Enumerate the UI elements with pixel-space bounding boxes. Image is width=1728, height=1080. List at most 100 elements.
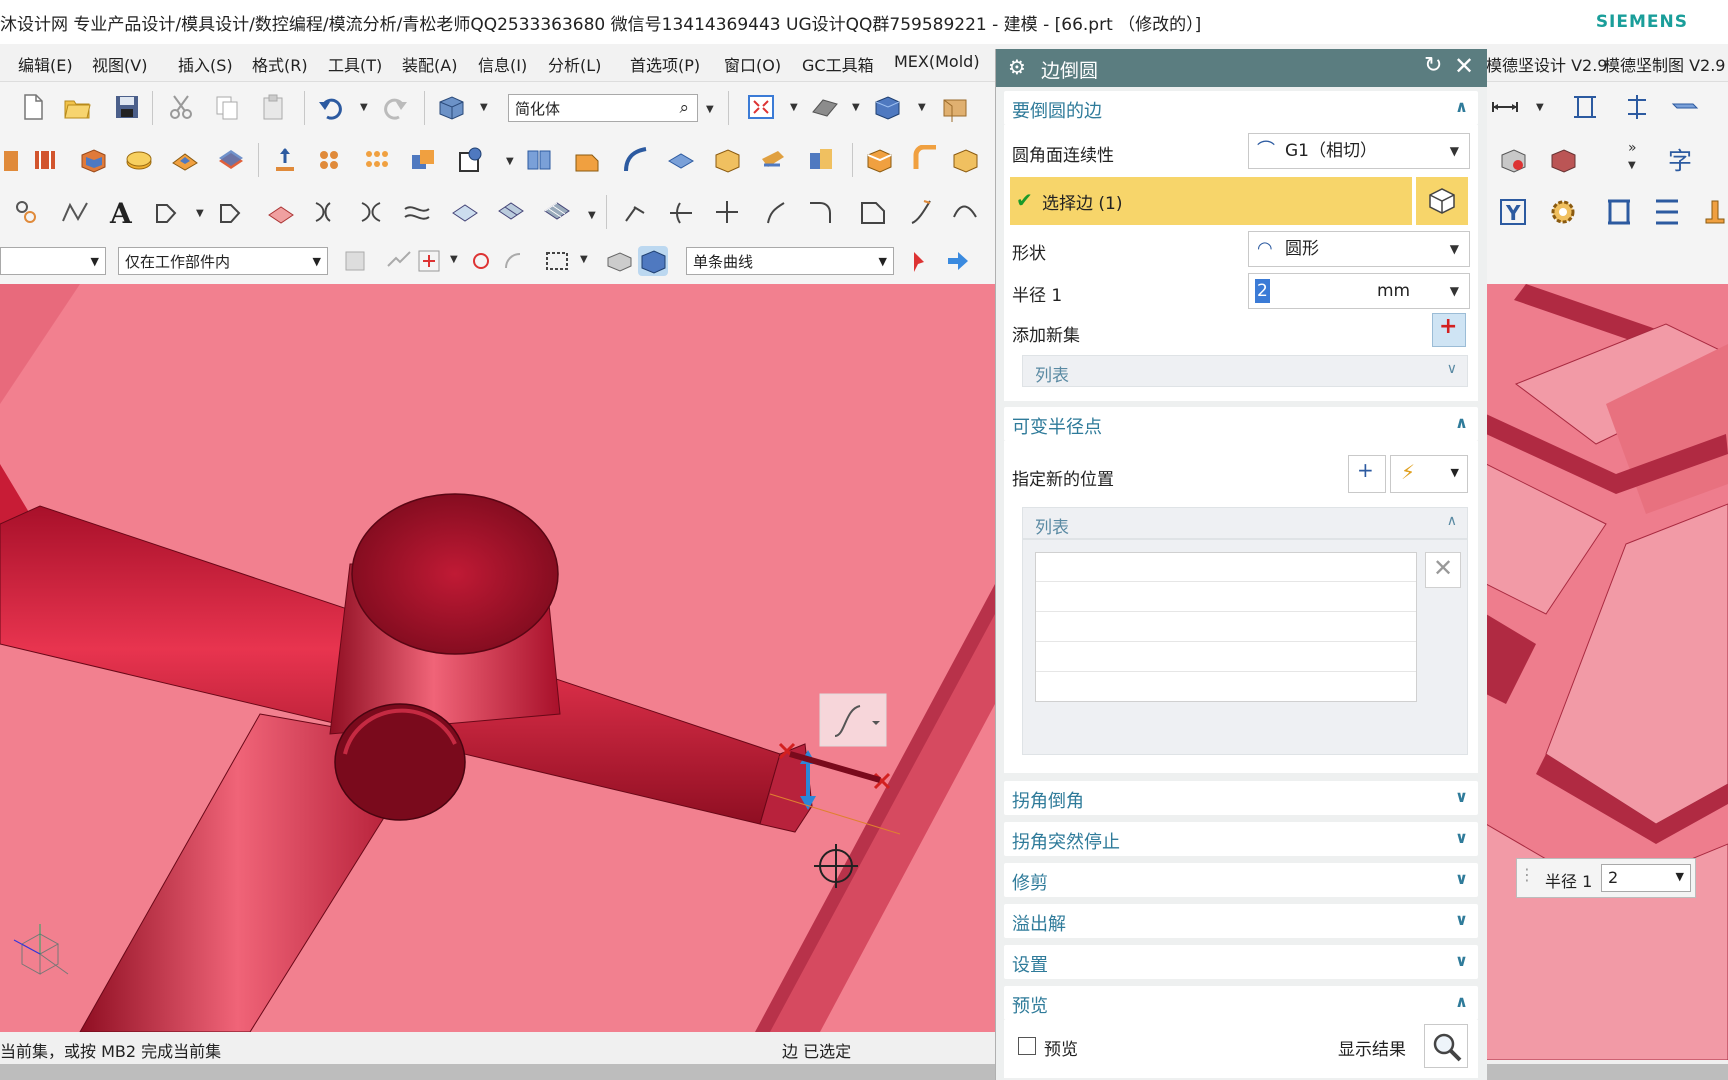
reset-icon[interactable]: ↻ [1424,53,1442,78]
pad-icon[interactable] [124,145,154,175]
curve-rule-dropdown[interactable]: 单条曲线 ▼ [686,247,894,275]
project-curve-icon[interactable] [310,197,340,227]
selection-scope-dropdown[interactable]: 仅在工作部件内 ▼ [118,247,328,275]
group-settings-header[interactable]: 设置 ∨ [1004,945,1478,979]
menu-edit[interactable]: 编辑(E) [18,52,73,76]
forward-arrow-icon[interactable] [942,246,972,276]
group-variable-header[interactable]: 可变半径点 ∧ [1004,407,1478,441]
drag-handle-icon[interactable]: ⋮ [1519,865,1535,884]
close-icon[interactable]: ✕ [1454,52,1474,80]
model-view[interactable] [0,284,995,1032]
text-a-icon[interactable]: A [106,197,136,230]
menu-mex-mold[interactable]: MEX(Mold) [894,52,980,71]
chamfer-block-icon[interactable] [572,145,602,175]
mold-ejector-icon[interactable] [1700,197,1728,227]
command-search-input[interactable]: 简化体 ⌕ [508,94,698,122]
paste-icon[interactable] [258,92,288,122]
block-icon[interactable] [78,145,108,175]
variable-list-header[interactable]: 列表 ∧ [1022,507,1468,539]
group-trim-header[interactable]: 修剪 ∨ [1004,863,1478,897]
mold-gear-icon[interactable] [1548,197,1578,227]
polyline-icon[interactable] [60,197,90,227]
open-folder-icon[interactable] [62,92,92,122]
emboss-icon[interactable] [170,145,200,175]
face-filter-icon[interactable] [638,246,668,276]
book-icon[interactable] [524,145,554,175]
menu-window[interactable]: 窗口(O) [724,52,781,76]
menu-format[interactable]: 格式(R) [252,52,308,76]
extend-curve-icon[interactable] [760,197,790,227]
spline-icon[interactable] [12,197,42,227]
curve-length-icon[interactable] [806,197,836,227]
menu-info[interactable]: 信息(I) [478,52,527,76]
measure-distance-icon[interactable] [1490,92,1520,122]
remove-point-button[interactable]: ✕ [1425,552,1461,588]
graphics-window-right[interactable] [1486,284,1728,1060]
menu-gc-toolkit[interactable]: GC工具箱 [802,52,874,76]
menu-tools[interactable]: 工具(T) [328,52,382,76]
chevron-down-icon[interactable]: ∨ [1447,361,1457,377]
shape-dropdown[interactable]: ◠ 圆形 ▼ [1248,231,1470,267]
cut-icon[interactable] [166,92,196,122]
type-filter-dropdown[interactable]: ▼ [0,247,106,275]
undo-icon[interactable] [316,92,346,122]
face-blend-icon[interactable] [910,144,940,175]
chevron-down-icon[interactable]: ▼ [1451,466,1459,479]
chevron-down-icon[interactable]: ▼ [1450,232,1459,266]
quadrant-snap-icon[interactable] [498,246,528,276]
clip-section-icon[interactable] [940,92,970,122]
text-icon[interactable]: 字 [1664,145,1694,175]
chevron-down-icon[interactable]: ▼ [1450,274,1459,308]
sketch-curve-icon[interactable] [152,197,182,227]
surface-grid-icon[interactable] [542,197,572,227]
new-file-icon[interactable] [18,92,48,122]
draft-icon[interactable] [758,145,788,175]
feature-b-icon[interactable] [30,145,60,175]
feature-a-icon[interactable] [0,145,30,175]
menu-mode-design[interactable]: 模德坚设计 V2.9 [1486,52,1607,76]
select-edge-row[interactable]: ✔ 选择边 (1) [1010,177,1412,225]
floating-radius-input[interactable]: ⋮ 半径 1 2 ▼ [1516,858,1696,898]
select-all-icon[interactable] [340,246,370,276]
menu-analysis[interactable]: 分析(L) [548,52,601,76]
isoparametric-curve-icon[interactable] [496,197,526,227]
mold-tool-icon[interactable] [1570,92,1600,122]
inference-icon[interactable] [906,246,936,276]
chevron-down-icon[interactable]: ∨ [1455,787,1468,806]
mold-insert-icon[interactable] [1498,145,1528,175]
group-overflow-header[interactable]: 溢出解 ∨ [1004,904,1478,938]
divide-curve-icon[interactable] [712,197,742,227]
show-result-button[interactable] [1424,1024,1468,1068]
extrude-icon[interactable] [270,145,300,175]
point-snap-icon[interactable] [414,246,444,276]
shell-icon[interactable] [712,145,742,175]
group-preview-header[interactable]: 预览 ∧ [1004,986,1478,1020]
bridge-curve-icon[interactable] [450,197,480,227]
arc-center-snap-icon[interactable] [466,246,496,276]
chevron-down-icon[interactable]: ∨ [1455,910,1468,929]
split-curve-icon[interactable] [666,197,696,227]
mold-cavity-icon[interactable] [1548,145,1578,175]
snap-icon[interactable] [384,246,414,276]
menu-assembly[interactable]: 装配(A) [402,52,457,76]
offset-face-icon[interactable] [216,145,246,175]
floating-radius-field[interactable]: 2 ▼ [1601,864,1691,892]
mold-y-icon[interactable]: Y [1498,197,1528,227]
menu-mode-drawing[interactable]: 模德坚制图 V2.9 [1604,52,1725,76]
fit-view-icon[interactable] [746,92,776,122]
edge-blend-icon[interactable] [864,145,894,175]
shape-hint-popup[interactable] [819,693,887,747]
curve-combo-icon[interactable] [950,197,980,227]
chamfer-icon[interactable] [950,145,980,175]
hole-icon[interactable] [456,145,486,175]
mold-split-icon[interactable] [1622,92,1652,122]
shaded-view-icon[interactable] [872,92,902,122]
add-new-set-button[interactable]: + [1432,313,1466,347]
chevron-down-icon[interactable]: ∨ [1455,828,1468,847]
chevron-down-icon[interactable]: ▼ [1450,134,1459,168]
search-icon[interactable]: ⌕ [679,94,689,122]
chevron-down-icon[interactable]: ∨ [1455,869,1468,888]
menu-preferences[interactable]: 首选项(P) [630,52,700,76]
thicken-icon[interactable] [666,145,696,175]
trim-curve-icon[interactable] [620,197,650,227]
